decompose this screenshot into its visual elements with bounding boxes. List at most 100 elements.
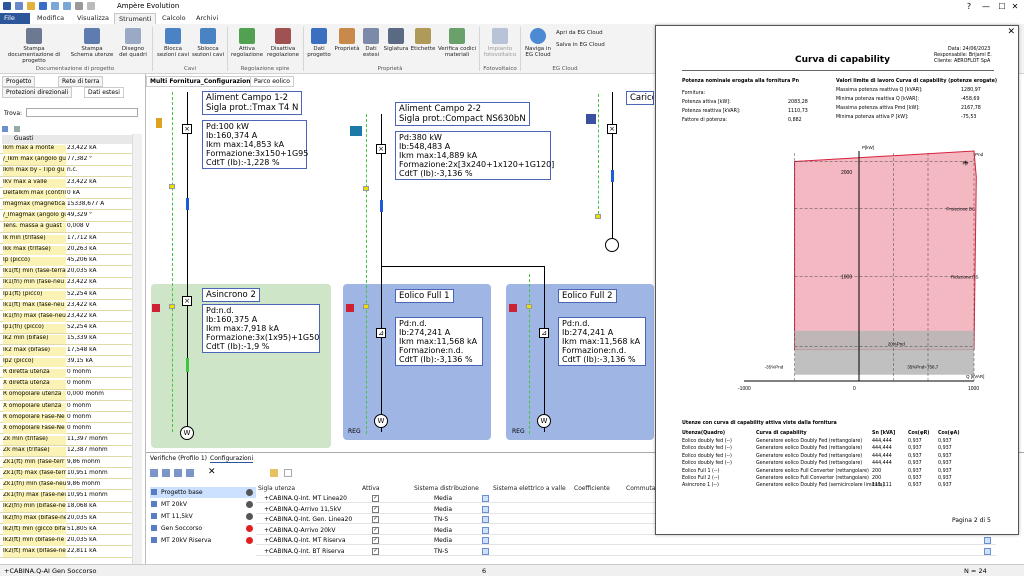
config-item[interactable]: MT 20kV Riserva (150, 535, 256, 546)
zone-title-eolico-full-2[interactable]: Eolico Full 2 (558, 289, 617, 303)
tab-modifica[interactable]: Modifica (33, 13, 68, 24)
print-preview-window[interactable]: ✕ Curva di capability Data: 24/06/2023 R… (655, 25, 1019, 535)
grid-row[interactable]: Zk1(ft) min (fase-terr 9,86 mohm (0, 458, 132, 468)
tab-progetto[interactable]: Progetto (2, 76, 36, 87)
grid-row-value[interactable]: 9,86 mohm (67, 481, 132, 490)
grid-row[interactable]: Ip2 (picco) 39,15 kA (0, 357, 132, 368)
zone-title-eolico-full-1[interactable]: Eolico Full 1 (395, 289, 454, 303)
grid-row-value[interactable]: 0,008 V (67, 223, 132, 232)
grid-row[interactable]: R diretta utenza 0 mohm (0, 368, 132, 379)
col-sistema-elettrico[interactable]: Sistema elettrico a valle (493, 485, 566, 492)
cable-icon[interactable] (611, 170, 614, 182)
preview-close-button[interactable]: ✕ (1007, 27, 1015, 37)
col-attiva[interactable]: Attiva (362, 485, 380, 492)
fuse-icon[interactable] (363, 186, 369, 191)
grid-row-value[interactable]: n.c. (67, 167, 132, 176)
grid-row-value[interactable]: 51,805 kA (67, 526, 132, 535)
print-project-doc-button[interactable]: Stampa documentazione di progetto (2, 28, 66, 64)
dropdown-icon[interactable] (482, 495, 489, 502)
doc-tab-parco-eolico[interactable]: Parco eolico (250, 76, 294, 87)
tab-dati-estesi[interactable]: Dati estesi (84, 87, 124, 98)
grid-row[interactable]: Ik1(ft) max (fase-neu 23,422 kA (0, 301, 132, 312)
tab-rete-terra[interactable]: Rete di terra (58, 76, 104, 87)
tab-file[interactable]: File (0, 13, 30, 24)
info-box-eolico-full-2[interactable]: Pd:n.d. Ib:274,241 A Ikm max:11,568 kA F… (558, 317, 646, 366)
zone-title-asincrono-2[interactable]: Asincrono 2 (202, 288, 260, 302)
info-box-eolico-full-1[interactable]: Pd:n.d. Ib:274,241 A Ikm max:11,568 kA F… (395, 317, 483, 366)
grid-row[interactable]: Ip (picco) 45,206 kA (0, 256, 132, 267)
grid-row[interactable]: Ikv max a valle 23,422 kA (0, 178, 132, 188)
grid-row[interactable]: X omopolare Fase-Ne 0 mohm (0, 424, 132, 435)
labels-button[interactable]: Etichette (410, 28, 436, 52)
dropdown-icon[interactable] (482, 516, 489, 524)
properties-button[interactable]: Proprietà (334, 28, 360, 52)
grid-row-value[interactable]: 22,811 kA (67, 548, 132, 557)
info-box-feeder-2[interactable]: Pd:380 kW Ib:548,483 A Ikm max:14,889 kA… (395, 131, 554, 180)
filter-input[interactable] (26, 108, 138, 117)
dropdown-icon[interactable] (984, 537, 991, 545)
grid-row[interactable]: Ik1(ft) min (fase-terra 20,035 kA (0, 267, 132, 278)
grid-row[interactable]: Zk1(fn) max (fase-neu 10,951 mohm (0, 491, 132, 502)
grid-row[interactable]: /_Imagmax (angolo gu 49,329 ° (0, 211, 132, 222)
grid-row[interactable]: X diretta utenza 0 mohm (0, 379, 132, 390)
grid-row-value[interactable]: 12,387 mohm (67, 447, 132, 456)
customize-icon[interactable] (87, 2, 95, 10)
config-item[interactable]: Progetto base (150, 487, 256, 498)
grid-row-value[interactable]: 11,397 mohm (67, 436, 132, 445)
doc-tab-multi-fornitura[interactable]: Multi Fornitura_Configurazioni (146, 76, 257, 87)
active-checkbox[interactable]: ✓ (372, 548, 379, 555)
extended-data-button[interactable]: Dati estesi (360, 28, 382, 58)
grid-row-value[interactable]: 39,15 kA (67, 358, 132, 367)
warning-icon[interactable] (509, 304, 517, 312)
warning-icon[interactable] (346, 304, 354, 312)
new-icon[interactable] (15, 2, 23, 10)
grid-row-value[interactable]: 17,712 kA (67, 235, 132, 244)
tab-visualizza[interactable]: Visualizza (73, 13, 113, 24)
grid-row[interactable]: Ik2(ft) min (bifase-ne 20,035 kA (0, 536, 132, 547)
grid-row-value[interactable]: 15,339 kA (67, 335, 132, 344)
grid-row-value[interactable]: 77,382 ° (67, 156, 132, 165)
title-carico[interactable]: Carico (626, 91, 654, 105)
breaker-icon[interactable]: × (607, 124, 617, 134)
project-data-button[interactable]: Dati progetto (306, 28, 332, 58)
grid-row-value[interactable]: 52,254 kA (67, 291, 132, 300)
tab-configurazioni[interactable]: Configurazioni (210, 455, 254, 463)
undo-icon[interactable] (51, 2, 59, 10)
active-checkbox[interactable]: ✓ (372, 537, 379, 545)
tab-archivi[interactable]: Archivi (192, 13, 222, 24)
grid-row-value[interactable]: 20,035 kA (67, 515, 132, 524)
tab-strumenti[interactable]: Strumenti (114, 13, 157, 24)
cloud-save-button[interactable]: Salva in EG Cloud (556, 42, 616, 48)
wind-generator-icon[interactable]: W (537, 414, 551, 428)
col-commutat[interactable]: Commutat (626, 485, 658, 492)
active-checkbox[interactable]: ✓ (372, 516, 379, 524)
dropdown-icon[interactable] (984, 548, 991, 555)
draw-panels-button[interactable]: Disegno dei quadri (118, 28, 148, 58)
grid-row[interactable]: R omopolare Fase-Ne 0 mohm (0, 413, 132, 424)
grid-row-value[interactable]: 0,000 mohm (67, 391, 132, 400)
load-symbol[interactable] (605, 238, 619, 252)
fuse-icon[interactable] (595, 214, 601, 219)
grid-row-value[interactable]: 23,422 kA (67, 279, 132, 288)
grid-row-value[interactable]: 18,068 kA (67, 503, 132, 512)
grid-row[interactable]: Ik2 max (bifase) 17,548 kA (0, 346, 132, 356)
grid-row-value[interactable]: 0 kA (67, 190, 132, 199)
grid-row[interactable]: Ik2 min (bifase) 15,339 kA (0, 334, 132, 345)
grid-row-value[interactable]: 23,422 kA (67, 302, 132, 311)
grid-row[interactable]: Zk1(ft) max (fase-terr 10,951 mohm (0, 469, 132, 480)
add-config-icon[interactable] (150, 469, 158, 477)
grid-row[interactable]: Ik1(fn) max (fase-neu 23,422 kA (0, 312, 132, 323)
dropdown-icon[interactable] (482, 537, 489, 545)
grid-row[interactable]: Deltalkm max (contril 0 kA (0, 189, 132, 200)
cable-icon[interactable] (186, 358, 189, 372)
grid-row[interactable]: Ikm max a monte 23,422 kA (0, 144, 132, 155)
section-header[interactable]: Guasti (2, 135, 132, 144)
grid-row[interactable]: Ik2(ft) min (gicco bifase-n51,805 kA (0, 525, 132, 536)
tab-calcolo[interactable]: Calcolo (158, 13, 190, 24)
print-icon[interactable] (75, 2, 83, 10)
converter-icon[interactable]: ⊿ (376, 328, 386, 338)
dropdown-icon[interactable] (482, 526, 489, 534)
wind-generator-icon[interactable]: W (374, 414, 388, 428)
active-checkbox[interactable]: ✓ (372, 526, 379, 534)
title-aliment-campo-2-2[interactable]: Aliment Campo 2-2 Sigla prot.:Compact NS… (395, 102, 530, 126)
